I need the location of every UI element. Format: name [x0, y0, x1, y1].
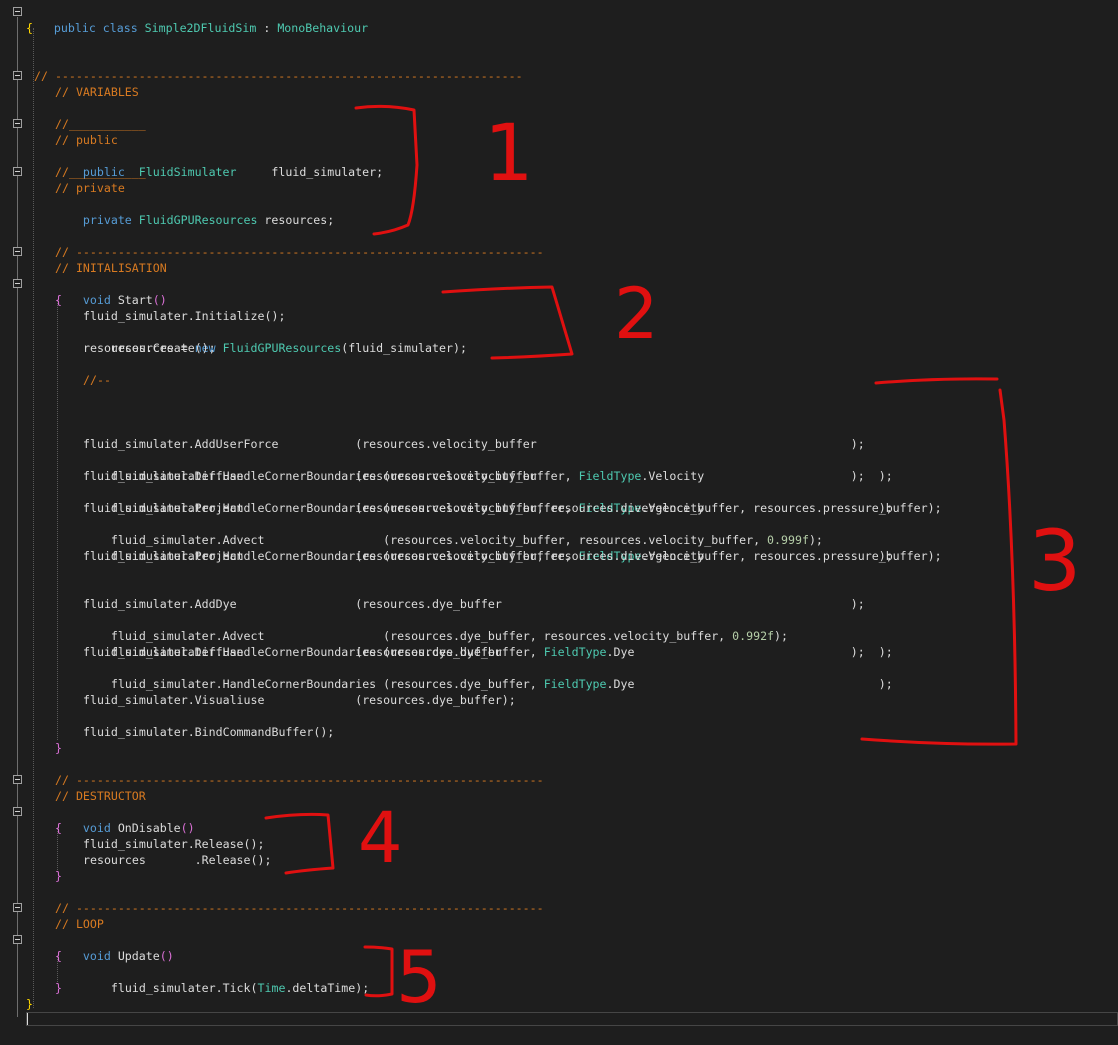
- token: FluidSimulater: [138, 165, 237, 179]
- code-editor[interactable]: public class Simple2DFluidSim : MonoBeha…: [0, 0, 1118, 1045]
- code-line[interactable]: fluid_simulater.Advect (resources.dye_bu…: [83, 612, 788, 643]
- current-line-highlight[interactable]: [26, 1012, 1118, 1026]
- collapse-icon[interactable]: [13, 903, 22, 912]
- code-line[interactable]: fluid_simulater.AddDye (resources.dye_bu…: [83, 596, 865, 612]
- code-line[interactable]: fluid_simulater.Initialize();: [83, 308, 285, 324]
- token: void: [82, 949, 118, 963]
- code-line[interactable]: // VARIABLES: [55, 84, 139, 100]
- code-line[interactable]: {: [55, 820, 62, 836]
- token: Simple2DFluidSim: [144, 21, 257, 35]
- token: FieldType: [543, 677, 607, 691]
- code-line[interactable]: }: [55, 980, 62, 996]
- token: (): [180, 821, 195, 835]
- code-line[interactable]: fluid_simulater.Tick(Time.deltaTime);: [83, 964, 369, 995]
- code-line[interactable]: resources.Create();: [83, 340, 216, 356]
- code-line[interactable]: void OnDisable(): [55, 804, 195, 835]
- code-line[interactable]: {: [55, 292, 62, 308]
- token: .Dye );: [606, 677, 893, 691]
- code-line[interactable]: fluid_simulater.BindCommandBuffer();: [83, 724, 334, 740]
- collapse-icon[interactable]: [13, 71, 22, 80]
- code-line[interactable]: fluid_simulater.Project (resources.veloc…: [83, 500, 942, 516]
- token: private: [82, 213, 139, 227]
- collapse-icon[interactable]: [13, 7, 22, 16]
- code-line[interactable]: resources .Release();: [83, 852, 271, 868]
- token: Start: [117, 293, 153, 307]
- indent-guide: [57, 300, 58, 740]
- code-line[interactable]: resources = new FluidGPUResources(fluid_…: [83, 324, 467, 355]
- collapse-icon[interactable]: [13, 167, 22, 176]
- code-line[interactable]: //___________: [55, 116, 146, 132]
- code-line[interactable]: // private: [55, 180, 125, 196]
- code-line[interactable]: fluid_simulater.HandleCornerBoundaries (…: [83, 628, 893, 659]
- token: OnDisable: [117, 821, 181, 835]
- code-line[interactable]: }: [26, 996, 33, 1012]
- token: void: [82, 821, 118, 835]
- code-line[interactable]: fluid_simulater.Project (resources.veloc…: [83, 548, 942, 564]
- token: MonoBehaviour: [277, 21, 369, 35]
- token: resources;: [257, 213, 335, 227]
- code-line[interactable]: // -------------------------------------…: [55, 900, 544, 916]
- token: Time: [257, 981, 286, 995]
- code-line[interactable]: {: [55, 948, 62, 964]
- token: .deltaTime);: [285, 981, 370, 995]
- collapse-icon[interactable]: [13, 775, 22, 784]
- code-line[interactable]: private FluidGPUResources resources;: [55, 196, 334, 227]
- code-line[interactable]: // -------------------------------------…: [34, 68, 523, 84]
- code-line[interactable]: //--: [83, 372, 111, 388]
- code-line[interactable]: // INITALISATION: [55, 260, 167, 276]
- collapse-icon[interactable]: [13, 935, 22, 944]
- indent-guide: [33, 28, 34, 1008]
- token: :: [256, 21, 278, 35]
- token: void: [82, 293, 118, 307]
- code-line[interactable]: fluid_simulater.HandleCornerBoundaries (…: [83, 660, 893, 691]
- code-line[interactable]: void Update(): [55, 932, 174, 963]
- code-line[interactable]: fluid_simulater.AddUserForce (resources.…: [83, 436, 865, 452]
- code-line[interactable]: fluid_simulater.HandleCornerBoundaries (…: [83, 532, 893, 563]
- code-line[interactable]: }: [55, 868, 62, 884]
- code-line[interactable]: {: [26, 20, 33, 36]
- token: fluid_simulater;: [236, 165, 384, 179]
- code-line[interactable]: public FluidSimulater fluid_simulater;: [55, 148, 383, 179]
- collapse-icon[interactable]: [13, 807, 22, 816]
- code-line[interactable]: // LOOP: [55, 916, 104, 932]
- code-line[interactable]: fluid_simulater.Diffuse (resources.veloc…: [83, 468, 865, 484]
- text-caret: [27, 1013, 28, 1025]
- code-line[interactable]: fluid_simulater.Advect (resources.veloci…: [83, 516, 823, 547]
- token: (): [152, 293, 167, 307]
- token: (fluid_simulater);: [341, 341, 467, 355]
- collapse-icon[interactable]: [13, 279, 22, 288]
- code-line[interactable]: public class Simple2DFluidSim : MonoBeha…: [26, 4, 368, 35]
- collapse-icon[interactable]: [13, 247, 22, 256]
- token: public class: [53, 21, 145, 35]
- code-line[interactable]: //___________: [55, 164, 146, 180]
- token: FluidGPUResources: [222, 341, 342, 355]
- token: fluid_simulater.Tick(: [110, 981, 258, 995]
- code-line[interactable]: fluid_simulater.HandleCornerBoundaries (…: [83, 452, 893, 483]
- token: Update: [117, 949, 160, 963]
- code-line[interactable]: // DESTRUCTOR: [55, 788, 146, 804]
- code-line[interactable]: fluid_simulater.Visualiuse (resources.dy…: [83, 692, 516, 708]
- code-line[interactable]: // -------------------------------------…: [55, 772, 544, 788]
- token: (): [159, 949, 174, 963]
- token: fluid_simulater.HandleCornerBoundaries (…: [110, 677, 544, 691]
- code-line[interactable]: fluid_simulater.Release();: [83, 836, 264, 852]
- code-line[interactable]: fluid_simulater.Diffuse (resources.dye_b…: [83, 644, 865, 660]
- collapse-icon[interactable]: [13, 119, 22, 128]
- code-line[interactable]: void Start(): [55, 276, 167, 307]
- code-line[interactable]: // public: [55, 132, 118, 148]
- token: FluidGPUResources: [138, 213, 258, 227]
- code-line[interactable]: fluid_simulater.HandleCornerBoundaries (…: [83, 484, 893, 515]
- code-line[interactable]: // -------------------------------------…: [55, 244, 544, 260]
- code-line[interactable]: }: [55, 740, 62, 756]
